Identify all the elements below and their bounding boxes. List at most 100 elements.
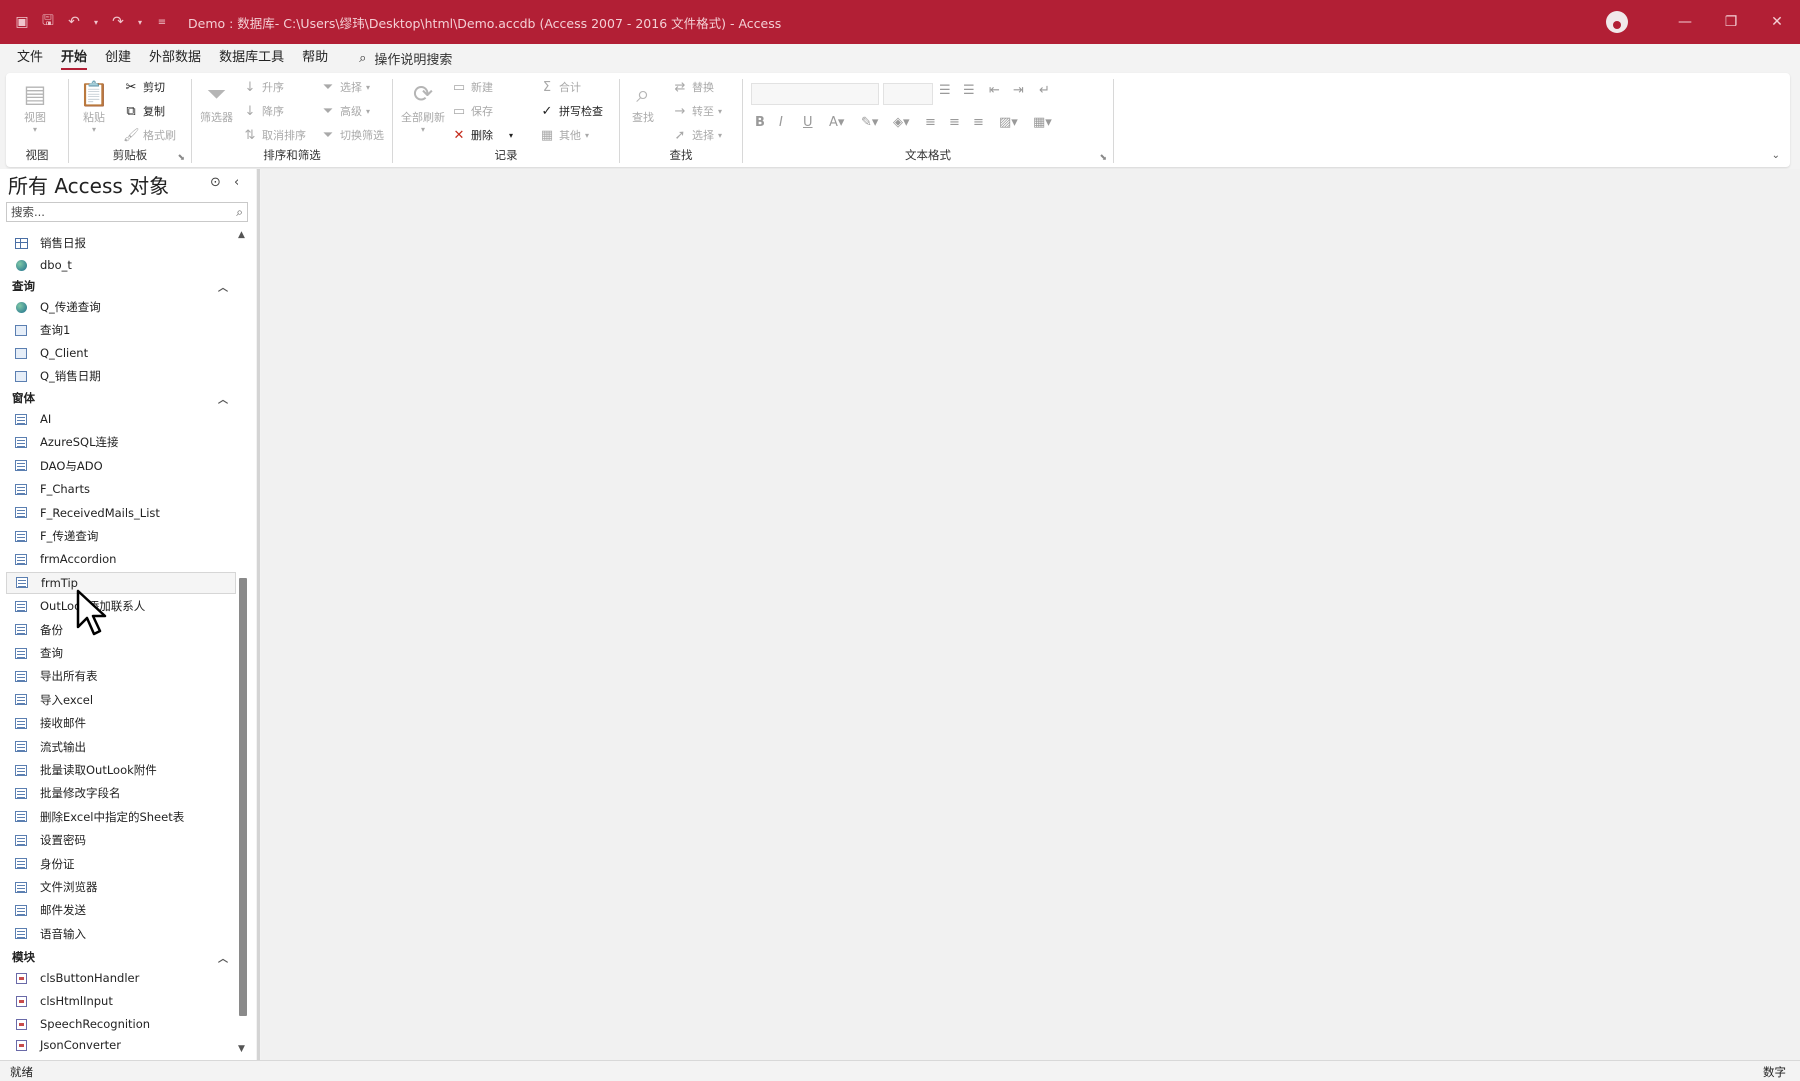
list-item[interactable]: F_传递查询 (6, 525, 236, 547)
totals-button[interactable]: Σ 合计 (539, 79, 581, 95)
list-item[interactable]: AzureSQL连接 (6, 431, 236, 453)
list-item[interactable]: 查询1 (6, 319, 236, 341)
align-left-icon[interactable]: ≡ (925, 115, 936, 130)
list-item-selected[interactable]: frmTip (6, 571, 236, 594)
customize-qat-icon[interactable]: ≡ (154, 14, 170, 30)
descending-button[interactable]: ↓ 降序 (242, 103, 284, 119)
select-button[interactable]: ➚ 选择 ▾ (672, 127, 722, 143)
document-workspace[interactable] (261, 169, 1800, 1060)
alternate-row-color-icon[interactable]: ▨▾ (999, 115, 1018, 130)
paste-button[interactable]: 📋 粘贴 ▾ (79, 79, 109, 134)
list-item[interactable]: 删除Excel中指定的Sheet表 (6, 806, 236, 828)
nav-pane-splitter[interactable] (257, 169, 260, 1060)
restore-button[interactable]: ❐ (1708, 0, 1754, 44)
undo-dropdown-icon[interactable]: ▾ (92, 14, 100, 30)
selection-filter-button[interactable]: ⏷ 选择 ▾ (320, 79, 370, 95)
list-item[interactable]: 备份 (6, 619, 236, 641)
align-center-icon[interactable]: ≡ (949, 115, 960, 130)
scroll-down-arrow-icon[interactable]: ▼ (238, 1044, 245, 1054)
list-item[interactable]: SpeechRecognition (6, 1013, 236, 1035)
nav-pane-title[interactable]: 所有 Access 对象 (8, 170, 169, 199)
decrease-indent-icon[interactable]: ⇤ (989, 83, 1000, 98)
list-item[interactable]: 查询 (6, 642, 236, 664)
highlight-icon[interactable]: ✎▾ (861, 115, 878, 130)
list-item[interactable]: Q_销售日期 (6, 365, 236, 387)
list-item[interactable]: 流式输出 (6, 736, 236, 758)
tab-database-tools[interactable]: 数据库工具 (210, 44, 293, 72)
underline-icon[interactable]: U (803, 115, 813, 130)
list-item[interactable]: 邮件发送 (6, 899, 236, 921)
nav-menu-dropdown-icon[interactable]: ⊙ (210, 175, 221, 190)
cut-button[interactable]: ✂ 剪切 (123, 79, 165, 95)
tab-external-data[interactable]: 外部数据 (140, 44, 210, 72)
format-painter-button[interactable]: 🖌 格式刷 (123, 127, 176, 143)
scroll-up-arrow-icon[interactable]: ▲ (238, 230, 245, 240)
list-item[interactable]: AI (6, 408, 236, 430)
list-item[interactable]: clsHtmlInput (6, 990, 236, 1012)
replace-button[interactable]: ⇄ 替换 (672, 79, 714, 95)
list-item[interactable]: 语音输入 (6, 923, 236, 945)
spelling-button[interactable]: ✓ 拼写检查 (539, 103, 603, 119)
numbering-icon[interactable]: ☰ (963, 83, 975, 98)
font-name-dropdown[interactable] (751, 83, 879, 105)
list-item[interactable]: F_ReceivedMails_List (6, 502, 236, 524)
minimize-button[interactable]: — (1662, 0, 1708, 44)
find-button[interactable]: ⌕ 查找 (628, 79, 658, 125)
chevron-up-icon[interactable]: ︿ (218, 950, 228, 965)
list-item[interactable]: 设置密码 (6, 829, 236, 851)
access-app-icon[interactable]: ▣ (14, 14, 30, 30)
tab-file[interactable]: 文件 (8, 44, 52, 72)
delete-record-button[interactable]: ✕ 删除 ▾ (451, 127, 513, 143)
category-header-modules[interactable]: 模块 ︿ (6, 947, 236, 967)
list-item[interactable]: 导出所有表 (6, 665, 236, 687)
list-item[interactable]: 身份证 (6, 853, 236, 875)
chevron-up-icon[interactable]: ︿ (218, 391, 228, 406)
toggle-filter-button[interactable]: ⏷ 切换筛选 (320, 127, 384, 143)
new-record-button[interactable]: ▭ 新建 (451, 79, 493, 95)
filter-button[interactable]: ⏷ 筛选器 (200, 79, 233, 125)
font-size-dropdown[interactable] (883, 83, 933, 105)
list-item[interactable]: DAO与ADO (6, 455, 236, 477)
list-item[interactable]: 批量读取OutLook附件 (6, 759, 236, 781)
list-item[interactable]: dbo_t (6, 254, 236, 276)
clipboard-launcher-icon[interactable]: ⬊ (177, 153, 185, 163)
nav-collapse-icon[interactable]: ‹ (234, 175, 239, 190)
refresh-all-button[interactable]: ⟳ 全部刷新 ▾ (401, 79, 445, 134)
ascending-button[interactable]: ↓ 升序 (242, 79, 284, 95)
close-button[interactable]: ✕ (1754, 0, 1800, 44)
more-button[interactable]: ▦ 其他 ▾ (539, 127, 589, 143)
list-item[interactable]: Q_传递查询 (6, 296, 236, 318)
save-record-button[interactable]: ▭ 保存 (451, 103, 493, 119)
category-header-queries[interactable]: 查询 ︿ (6, 276, 236, 296)
increase-indent-icon[interactable]: ⇥ (1013, 83, 1024, 98)
tell-me-search[interactable]: ⌕ 操作说明搜索 (359, 49, 452, 68)
paragraph-direction-icon[interactable]: ↵ (1039, 83, 1050, 98)
list-item[interactable]: F_Charts (6, 478, 236, 500)
account-avatar-icon[interactable] (1606, 11, 1628, 33)
list-item[interactable]: 销售日报 (6, 232, 236, 254)
nav-scrollbar-thumb[interactable] (239, 578, 247, 1016)
nav-search-input[interactable]: 搜索... ⌕ (6, 202, 248, 222)
text-format-launcher-icon[interactable]: ⬊ (1099, 153, 1107, 163)
redo-dropdown-icon[interactable]: ▾ (136, 14, 144, 30)
tab-home[interactable]: 开始 (52, 44, 96, 72)
list-item[interactable]: 导入excel (6, 689, 236, 711)
list-item[interactable]: 接收邮件 (6, 712, 236, 734)
save-icon[interactable]: 🖫 (40, 13, 56, 30)
list-item[interactable]: 批量修改字段名 (6, 782, 236, 804)
chevron-up-icon[interactable]: ︿ (218, 279, 228, 294)
copy-button[interactable]: ⧉ 复制 (123, 103, 165, 119)
list-item[interactable]: JsonConverter (6, 1036, 236, 1054)
goto-button[interactable]: → 转至 ▾ (672, 103, 722, 119)
collapse-ribbon-icon[interactable]: ⌄ (1772, 150, 1780, 161)
align-right-icon[interactable]: ≡ (973, 115, 984, 130)
search-icon[interactable]: ⌕ (236, 205, 243, 220)
italic-icon[interactable]: I (779, 115, 783, 130)
list-item[interactable]: clsButtonHandler (6, 967, 236, 989)
gridlines-icon[interactable]: ▦▾ (1033, 115, 1052, 130)
remove-sort-button[interactable]: ⇅ 取消排序 (242, 127, 306, 143)
bold-icon[interactable]: B (755, 115, 765, 130)
tab-help[interactable]: 帮助 (293, 44, 337, 72)
fill-color-icon[interactable]: ◈▾ (893, 115, 910, 130)
advanced-filter-button[interactable]: ⏷ 高级 ▾ (320, 103, 370, 119)
